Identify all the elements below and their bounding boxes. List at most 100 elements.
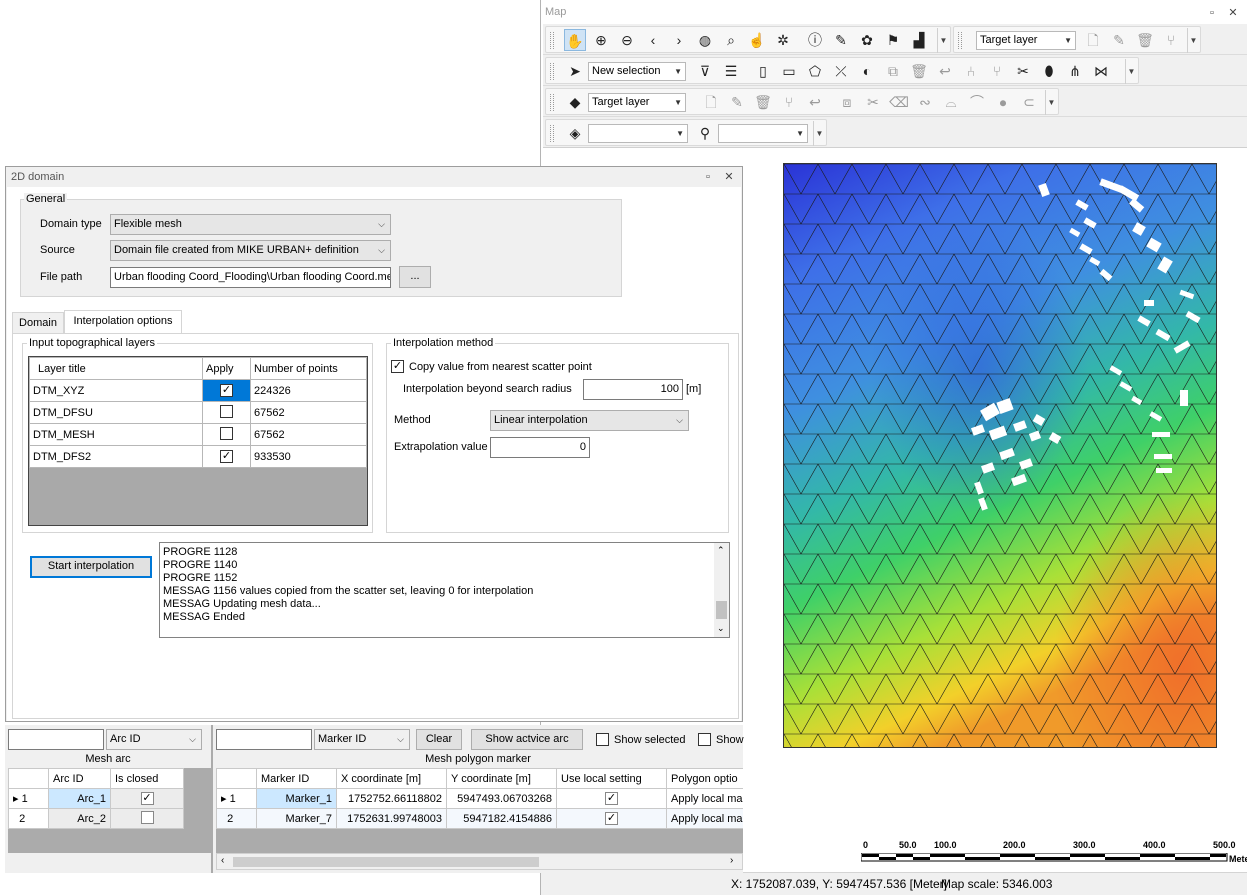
zoom-out-icon[interactable]: ⊖ [616,29,638,51]
arc-id-cell[interactable]: Arc_1 [48,788,111,809]
close-icon[interactable]: ✕ [722,170,736,184]
close-icon[interactable]: ✕ [1226,6,1240,20]
toolbar-grip[interactable] [550,32,554,49]
toolbar-grip[interactable] [550,63,554,80]
arc-filter-input[interactable] [8,729,104,750]
marker-filter-input[interactable] [216,729,312,750]
info-icon[interactable]: ⓘ [804,29,826,51]
cut-icon[interactable]: ✂ [862,91,884,113]
toolbar-overflow-icon[interactable]: ▼ [1045,90,1057,115]
domain-type-combo[interactable]: Flexible mesh ⌵ [110,214,391,235]
split-icon[interactable]: ⑂ [1160,29,1182,51]
apply-checkbox[interactable] [220,404,233,418]
browse-button[interactable]: ... [399,266,431,288]
scroll-thumb[interactable] [233,857,539,867]
invert-selection-icon[interactable]: ◐ [856,60,878,82]
copy-icon[interactable]: ⧉ [882,60,904,82]
column-header[interactable]: Layer title [29,357,203,380]
column-header[interactable]: X coordinate [m] [336,768,447,789]
column-header[interactable]: Is closed [110,768,184,789]
maximize-icon[interactable]: ▫ [1205,6,1219,20]
show-checkbox[interactable] [698,733,711,746]
undo-icon[interactable]: ↩ [934,60,956,82]
is-closed-cell[interactable]: ✓ [110,788,184,809]
node-icon[interactable]: ⧈ [836,91,858,113]
select-hand-icon[interactable]: ☝ [746,29,768,51]
cut-icon[interactable]: ✂ [1012,60,1034,82]
table-row[interactable]: DTM_MESH 67562 [29,423,367,446]
column-header[interactable]: Polygon optio [666,768,743,789]
delete-icon[interactable]: 🗑 [1134,29,1156,51]
is-closed-checkbox[interactable]: ✓ [140,792,154,805]
undo-icon[interactable]: ↩ [804,91,826,113]
toolbar-overflow-icon[interactable]: ▼ [813,121,825,146]
x-coordinate-cell[interactable]: 1752631.99748003 [336,808,447,829]
search-combo[interactable]: ▼ [718,124,808,143]
source-combo[interactable]: Domain file created from MIKE URBAN+ def… [110,240,391,261]
select-arrow-icon[interactable]: ➤ [564,60,586,82]
y-coordinate-cell[interactable]: 5947493.06703268 [446,788,557,809]
column-header[interactable]: Y coordinate [m] [446,768,557,789]
network-icon[interactable]: ✿ [856,29,878,51]
log-output[interactable]: PROGRE 1128 PROGRE 1140 PROGRE 1152 MESS… [159,542,730,638]
clear-button[interactable]: Clear [416,729,462,750]
beyond-radius-input[interactable]: 100 [583,379,683,400]
table-row[interactable]: ▸ 1 Marker_1 1752752.66118802 5947493.06… [216,788,743,809]
toolbar-grip[interactable] [958,32,962,49]
layers-icon[interactable]: ◆ [564,91,586,113]
toolbar-overflow-icon[interactable]: ▼ [937,28,949,53]
apply-checkbox[interactable] [220,426,233,440]
use-local-cell[interactable]: ✓ [556,788,667,809]
marker-id-cell[interactable]: Marker_7 [256,808,337,829]
union-icon[interactable]: ⬮ [1038,60,1060,82]
show-active-arc-button[interactable]: Show actvice arc [471,729,583,750]
network-trace-icon[interactable]: ⋈ [1090,60,1112,82]
scroll-right-icon[interactable]: › [730,855,733,866]
new-feature-icon[interactable]: 🗋 [1082,29,1104,51]
table-row[interactable]: DTM_DFSU 67562 [29,401,367,424]
back-icon[interactable]: ‹ [642,29,664,51]
tab-domain[interactable]: Domain [12,312,64,334]
is-closed-cell[interactable] [110,808,184,829]
marker-id-cell[interactable]: Marker_1 [256,788,337,809]
marker-hscrollbar[interactable]: ‹ › [216,853,743,870]
pan-hand-icon[interactable]: ✋ [564,29,586,51]
new-feature-icon[interactable]: 🗋 [700,91,722,113]
use-local-checkbox[interactable]: ✓ [605,792,618,805]
network-icon[interactable]: ⋔ [1064,60,1086,82]
arc-filter-combo[interactable]: Arc ID ⌵ [106,729,202,750]
y-coordinate-cell[interactable]: 5947182.4154886 [446,808,557,829]
table-row[interactable]: DTM_DFS2 ✓ 933530 [29,445,367,468]
scroll-left-icon[interactable]: ‹ [221,855,224,866]
zoom-to-layer-icon[interactable]: ⌕ [720,29,742,51]
method-combo[interactable]: Linear interpolation ⌵ [490,410,689,431]
arc-id-cell[interactable]: Arc_2 [48,808,111,829]
use-local-cell[interactable]: ✓ [556,808,667,829]
layers-stack-icon[interactable]: ◈ [564,122,586,144]
mouse-icon[interactable]: ▯ [752,60,774,82]
column-header[interactable]: Marker ID [256,768,337,789]
toolbar-grip[interactable] [550,94,554,111]
polygon-option-cell[interactable]: Apply local ma [666,808,743,829]
target-layer-combo[interactable]: Target layer ▼ [976,31,1076,50]
clear-select-icon[interactable]: ⤫ [830,60,852,82]
toolbar-overflow-icon[interactable]: ▼ [1125,59,1137,84]
clear-selection-icon[interactable]: ✲ [772,29,794,51]
edit-attributes-icon[interactable]: ✎ [830,29,852,51]
zoom-in-icon[interactable]: ⊕ [590,29,612,51]
search-icon[interactable]: ⚲ [694,122,716,144]
copy-nearest-checkbox[interactable]: ✓ [391,360,404,373]
polygon-select-icon[interactable]: ⬠ [804,60,826,82]
table-row[interactable]: ▸ 1 Arc_1 ✓ [8,788,184,809]
tab-interpolation-options[interactable]: Interpolation options [64,310,182,334]
vertex-icon[interactable]: ∾ [914,91,936,113]
delete-icon[interactable]: 🗑 [908,60,930,82]
arc-icon[interactable]: ⌒ [966,91,988,113]
delete-icon[interactable]: 🗑 [752,91,774,113]
map-canvas[interactable] [783,163,1217,748]
column-header[interactable]: Arc ID [48,768,111,789]
rectangle-select-icon[interactable]: ▭ [778,60,800,82]
filter-select-icon[interactable]: ⊽ [694,60,716,82]
table-row[interactable]: 2 Marker_7 1752631.99748003 5947182.4154… [216,808,743,829]
scroll-up-icon[interactable]: ⌃ [717,545,725,556]
